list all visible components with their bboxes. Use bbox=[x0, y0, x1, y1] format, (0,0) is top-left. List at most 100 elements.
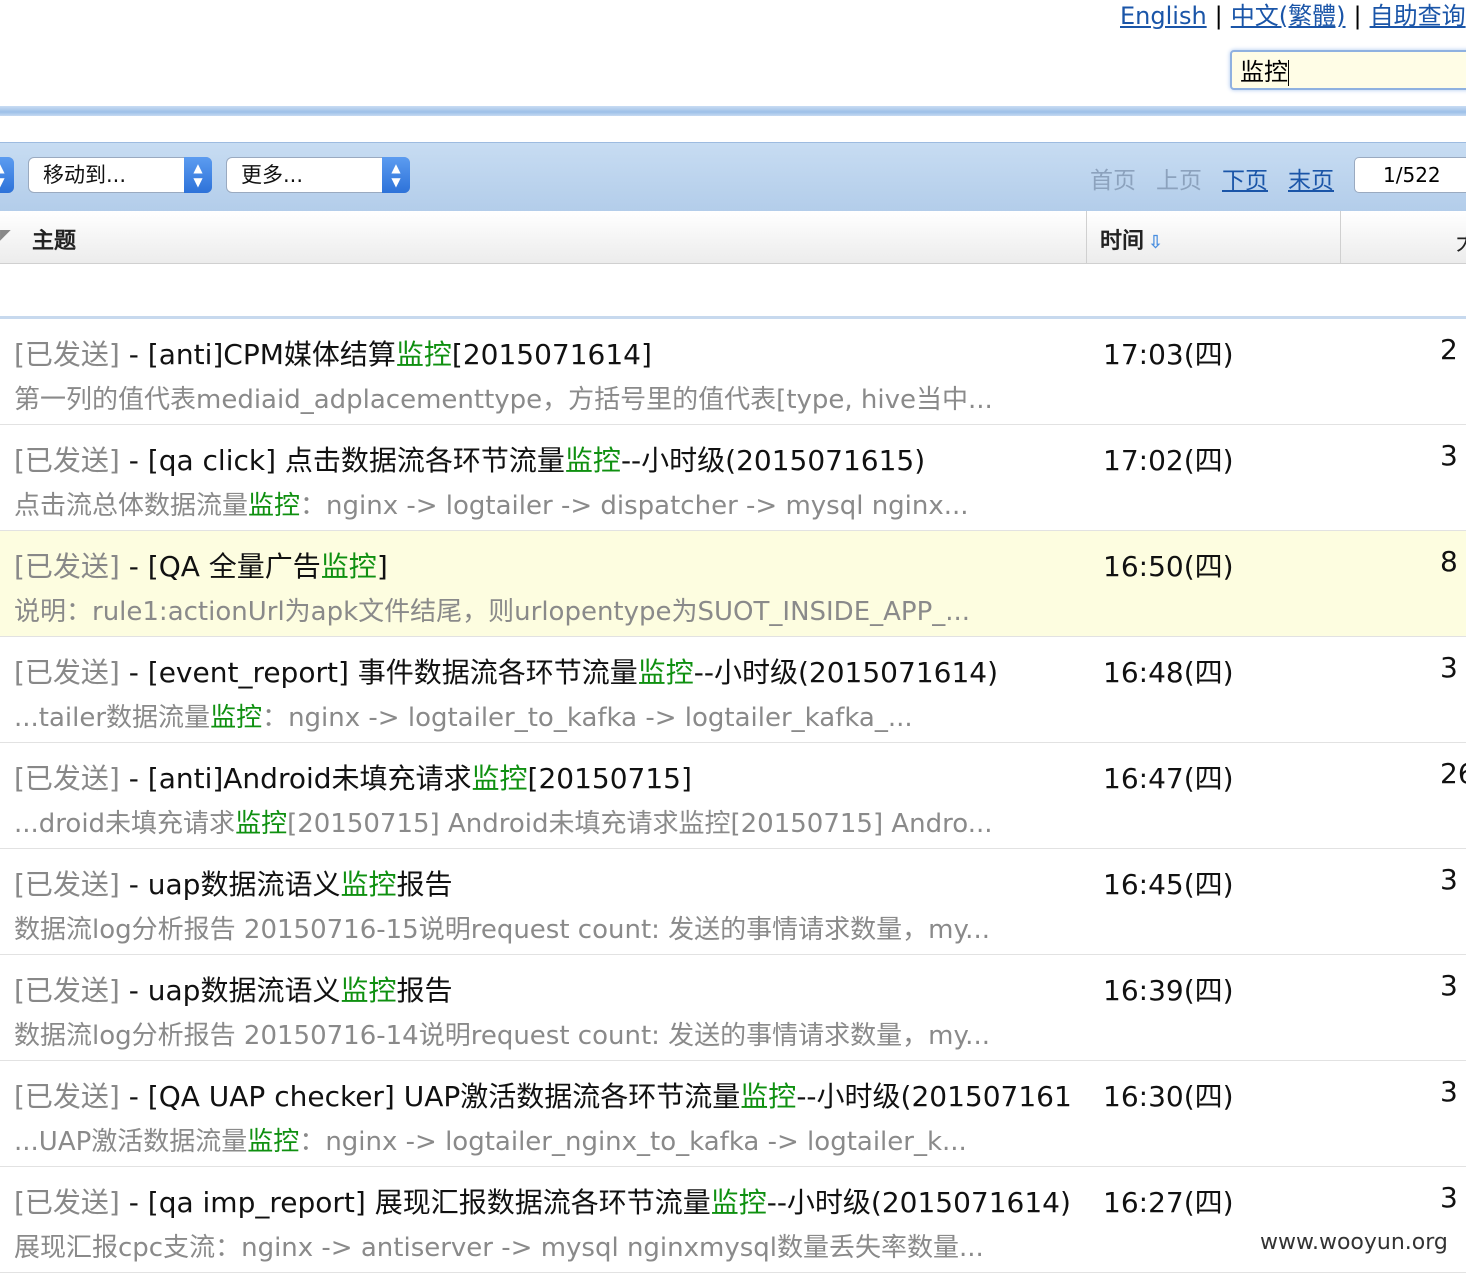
email-size: 3 bbox=[1440, 439, 1458, 472]
size-column-header[interactable]: 大 bbox=[1456, 225, 1466, 257]
preview-text: [20150715] Android未填充请求监控[20150715] Andr… bbox=[287, 809, 993, 839]
time-column-label: 时间 bbox=[1100, 229, 1145, 254]
email-time: 17:02(四) bbox=[1103, 444, 1234, 477]
previous-select[interactable]: ▲▼ bbox=[0, 157, 14, 193]
email-size: 3 bbox=[1440, 969, 1458, 1002]
subject-text: [qa imp_report] 展现汇报数据流各环节流量 bbox=[147, 1186, 711, 1219]
email-subject[interactable]: [已发送] - [event_report] 事件数据流各环节流量监控--小时级… bbox=[14, 651, 1088, 691]
subject-separator: - bbox=[119, 338, 148, 371]
email-row[interactable]: [已发送] - uap数据流语义监控报告数据流log分析报告 20150716-… bbox=[0, 955, 1466, 1061]
email-status: [已发送] bbox=[14, 444, 120, 477]
email-preview: ...tailer数据流量监控：nginx -> logtailer_to_ka… bbox=[14, 697, 1088, 734]
last-page-link[interactable]: 末页 bbox=[1288, 168, 1334, 194]
subject-separator: - bbox=[119, 1186, 148, 1219]
subject-text: --小时级(2015071615) bbox=[620, 444, 926, 477]
preview-text: ...UAP激活数据流量 bbox=[14, 1127, 248, 1157]
time-column-header[interactable]: 时间 ⇩ bbox=[1100, 223, 1163, 255]
email-subject[interactable]: [已发送] - uap数据流语义监控报告 bbox=[14, 863, 1088, 903]
preview-text: 数据流log分析报告 20150716-14说明request count: 发… bbox=[14, 1021, 990, 1051]
more-select[interactable]: 更多... ▲ ▼ bbox=[226, 157, 410, 193]
search-highlight: 监控 bbox=[320, 550, 377, 583]
email-status: [已发送] bbox=[14, 550, 120, 583]
column-divider bbox=[1086, 211, 1087, 263]
email-subject[interactable]: [已发送] - [qa imp_report] 展现汇报数据流各环节流量监控--… bbox=[14, 1181, 1088, 1221]
search-highlight: 监控 bbox=[340, 974, 397, 1007]
preview-text: ：nginx -> logtailer_to_kafka -> logtaile… bbox=[262, 703, 913, 733]
email-preview: 展现汇报cpc支流：nginx -> antiserver -> mysql n… bbox=[14, 1227, 1088, 1264]
subject-text: 报告 bbox=[396, 974, 453, 1007]
search-input[interactable]: 监控 bbox=[1230, 50, 1466, 90]
first-page-button: 首页 bbox=[1090, 168, 1136, 194]
email-time: 16:30(四) bbox=[1103, 1080, 1234, 1113]
email-time: 16:45(四) bbox=[1103, 868, 1234, 901]
email-preview: 说明：rule1:actionUrl为apk文件结尾，则urlopentype为… bbox=[14, 591, 1088, 628]
column-resize-icon: ◤ bbox=[0, 227, 11, 243]
email-time: 16:50(四) bbox=[1103, 550, 1234, 583]
search-highlight: 监控 bbox=[210, 703, 263, 733]
preview-text: 点击流总体数据流量 bbox=[14, 491, 249, 521]
subject-text: 报告 bbox=[396, 868, 453, 901]
subject-text: --小时级(201507161 bbox=[796, 1080, 1072, 1113]
email-status: [已发送] bbox=[14, 974, 120, 1007]
email-status: [已发送] bbox=[14, 868, 120, 901]
email-size: 26 bbox=[1440, 757, 1466, 790]
email-size: 2 bbox=[1440, 333, 1458, 366]
email-status: [已发送] bbox=[14, 338, 120, 371]
subject-separator: - bbox=[119, 550, 148, 583]
email-row[interactable]: [已发送] - [qa imp_report] 展现汇报数据流各环节流量监控--… bbox=[0, 1167, 1466, 1273]
email-preview: ...UAP激活数据流量监控：nginx -> logtailer_nginx_… bbox=[14, 1121, 1088, 1158]
email-row[interactable]: [已发送] - [QA 全量广告监控] 说明：rule1:actionUrl为ap… bbox=[0, 531, 1466, 637]
move-to-select[interactable]: 移动到... ▲ ▼ bbox=[28, 157, 212, 193]
email-subject[interactable]: [已发送] - [QA UAP checker] UAP激活数据流各环节流量监控… bbox=[14, 1075, 1088, 1115]
header-divider bbox=[0, 106, 1466, 116]
preview-text: 数据流log分析报告 20150716-15说明request count: 发… bbox=[14, 915, 990, 945]
pagination: 首页 上页 下页 末页 bbox=[1090, 161, 1354, 195]
english-link[interactable]: English bbox=[1120, 2, 1207, 30]
email-status: [已发送] bbox=[14, 656, 120, 689]
email-size: 3 bbox=[1440, 1181, 1458, 1214]
email-row[interactable]: [已发送] - [anti]Android未填充请求监控[20150715]..… bbox=[0, 743, 1466, 849]
email-status: [已发送] bbox=[14, 1080, 120, 1113]
language-links: English | 中文(繁體) | 自助查询 bbox=[1120, 0, 1466, 32]
subject-text: [anti]Android未填充请求 bbox=[147, 762, 472, 795]
search-highlight: 监控 bbox=[247, 1127, 300, 1157]
email-row[interactable]: [已发送] - [event_report] 事件数据流各环节流量监控--小时级… bbox=[0, 637, 1466, 743]
search-highlight: 监控 bbox=[395, 338, 452, 371]
email-time: 16:27(四) bbox=[1103, 1186, 1234, 1219]
link-separator: | bbox=[1353, 2, 1362, 30]
search-highlight: 监控 bbox=[710, 1186, 767, 1219]
preview-text: 说明：rule1:actionUrl为apk文件结尾，则urlopentype为… bbox=[14, 597, 971, 627]
email-subject[interactable]: [已发送] - [QA 全量广告监控] bbox=[14, 545, 1088, 585]
page-number-select[interactable]: 1/522 bbox=[1354, 157, 1466, 193]
subject-separator: - bbox=[119, 1080, 148, 1113]
list-header: ◤ 主题 时间⇩ 大 bbox=[0, 211, 1466, 264]
email-time: 17:03(四) bbox=[1103, 338, 1234, 371]
subject-separator: - bbox=[119, 656, 148, 689]
self-help-link[interactable]: 自助查询 bbox=[1370, 2, 1466, 30]
next-page-link[interactable]: 下页 bbox=[1222, 168, 1268, 194]
email-row[interactable]: [已发送] - uap数据流语义监控报告数据流log分析报告 20150716-… bbox=[0, 849, 1466, 955]
subject-separator: - bbox=[119, 762, 148, 795]
preview-text: ：nginx -> logtailer -> dispatcher -> mys… bbox=[300, 491, 969, 521]
sort-down-arrow-icon: ⇩ bbox=[1148, 232, 1164, 253]
search-highlight: 监控 bbox=[637, 656, 694, 689]
traditional-chinese-link[interactable]: 中文(繁體) bbox=[1231, 2, 1346, 30]
email-subject[interactable]: [已发送] - [anti]CPM媒体结算监控[2015071614] bbox=[14, 333, 1088, 373]
subject-column-header[interactable]: 主题 bbox=[32, 223, 76, 255]
email-row[interactable]: [已发送] - [qa click] 点击数据流各环节流量监控--小时级(201… bbox=[0, 425, 1466, 531]
email-row[interactable]: [已发送] - [QA UAP checker] UAP激活数据流各环节流量监控… bbox=[0, 1061, 1466, 1167]
previous-page-button: 上页 bbox=[1156, 168, 1202, 194]
email-size: 3 bbox=[1440, 651, 1458, 684]
search-highlight: 监控 bbox=[340, 868, 397, 901]
preview-text: 第一列的值代表mediaid_adplacementtype，方括号里的值代表[… bbox=[14, 385, 993, 415]
subject-separator: - bbox=[119, 444, 148, 477]
email-subject[interactable]: [已发送] - [anti]Android未填充请求监控[20150715] bbox=[14, 757, 1088, 797]
email-subject[interactable]: [已发送] - [qa click] 点击数据流各环节流量监控--小时级(201… bbox=[14, 439, 1088, 479]
subject-text: uap数据流语义 bbox=[147, 974, 341, 1007]
search-highlight: 监控 bbox=[740, 1080, 797, 1113]
email-row[interactable]: [已发送] - [anti]CPM媒体结算监控[2015071614] 第一列的值… bbox=[0, 319, 1466, 425]
email-status: [已发送] bbox=[14, 1186, 120, 1219]
email-time: 16:39(四) bbox=[1103, 974, 1234, 1007]
subject-separator: - bbox=[119, 974, 148, 1007]
email-subject[interactable]: [已发送] - uap数据流语义监控报告 bbox=[14, 969, 1088, 1009]
